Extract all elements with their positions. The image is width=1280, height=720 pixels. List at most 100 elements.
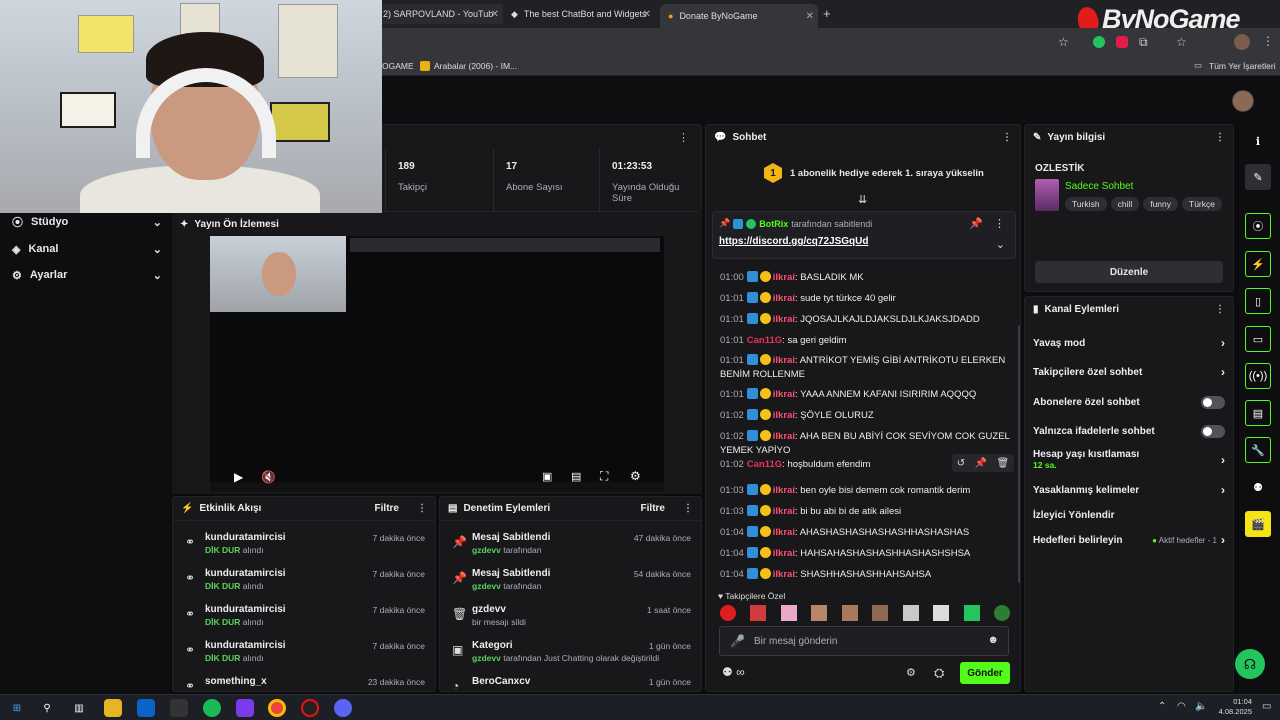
discord-icon[interactable] xyxy=(334,699,352,717)
emote-icon[interactable] xyxy=(872,605,889,621)
microphone-icon[interactable]: 🎤 xyxy=(730,634,745,648)
clipboard-icon[interactable]: ▯ xyxy=(1245,288,1271,314)
app-icon[interactable] xyxy=(236,699,254,717)
more-icon[interactable]: ⋮ xyxy=(417,503,427,514)
tag[interactable]: chill xyxy=(1110,197,1140,211)
theater-icon[interactable]: ▤ xyxy=(571,470,581,483)
chat-message[interactable]: 01:01 ilkrai: JQOSAJLKAJLDJAKSLDJLKJAKSJD… xyxy=(720,313,1010,327)
outlook-icon[interactable] xyxy=(137,699,155,717)
unpin-icon[interactable]: 📌 xyxy=(969,217,983,230)
chat-message[interactable]: 01:01 ilkrai: sude tyt türkce 40 gelir xyxy=(720,292,1010,306)
tag[interactable]: Türkçe xyxy=(1182,197,1222,211)
settings-gear-icon[interactable]: ⚙ xyxy=(906,666,916,679)
chat-input[interactable]: 🎤 Bir mesaj gönderin ☻ xyxy=(719,626,1009,656)
message-username[interactable]: ilkrai xyxy=(773,355,795,366)
subscribers-only-toggle[interactable]: Abonelere özel sohbet xyxy=(1025,391,1233,413)
fullscreen-icon[interactable]: ⛶ xyxy=(600,469,608,484)
account-age-button[interactable]: Hesap yaşı kısıtlaması 12 sa. › xyxy=(1025,447,1233,475)
browser-tab[interactable]: 2) SARPOVLAND - YouTub ✕ xyxy=(375,4,503,24)
layout-icon[interactable]: ▤ xyxy=(1245,400,1271,426)
chrome-icon[interactable] xyxy=(268,699,286,717)
chat-message[interactable]: 01:03 ilkrai: bi bu abi bi de atik ailesi xyxy=(720,505,1010,519)
menu-icon[interactable]: ⋮ xyxy=(1262,34,1274,48)
pinned-message[interactable]: 📌 BotRix tarafından sabitlendi https://di… xyxy=(712,211,1016,259)
chat-message[interactable]: 01:03 ilkrai: ben oyle bisi demem cok rom… xyxy=(720,484,1010,498)
chat-message[interactable]: 01:04 ilkrai: HAHSAHASHASHASHHASHASHSHSA xyxy=(720,547,1010,561)
mute-icon[interactable]: 🔇 xyxy=(261,470,276,484)
message-username[interactable]: Can11G xyxy=(747,459,782,470)
emote-icon[interactable] xyxy=(841,605,858,621)
more-icon[interactable]: ⋮ xyxy=(1215,304,1225,315)
toggle-switch[interactable] xyxy=(1201,395,1225,409)
chevron-down-icon[interactable]: ⌄ xyxy=(996,238,1005,251)
emote-icon[interactable] xyxy=(993,605,1010,621)
chat-message[interactable]: 01:02 ilkrai: ŞÖYLE OLURUZ xyxy=(720,409,1010,423)
message-username[interactable]: ilkrai xyxy=(773,548,795,559)
message-username[interactable]: ilkrai xyxy=(773,410,795,421)
app-icon[interactable] xyxy=(170,699,188,717)
list-item[interactable]: ▣ Kategori gzdevv tarafından Just Chatting… xyxy=(440,637,701,673)
message-username[interactable]: ilkrai xyxy=(773,389,795,400)
bookmark-item[interactable]: Arabalar (2006) - IM... xyxy=(434,61,517,71)
bookmark-icon[interactable]: ☆ xyxy=(1176,35,1187,49)
more-icon[interactable]: ⋮ xyxy=(1215,132,1225,143)
list-item[interactable]: ⚭ kunduratamircisi DİK DUR alındı 7 dakika … xyxy=(173,565,435,601)
browser-tab[interactable]: ◆ The best ChatBot and Widgets ✕ xyxy=(503,4,655,24)
bot-icon[interactable]: ⛭ xyxy=(934,665,944,681)
list-item[interactable]: ⚭ kunduratamircisi DİK DUR alındı 7 dakika … xyxy=(173,601,435,637)
star-icon[interactable]: ☆ xyxy=(1058,35,1069,49)
file-explorer-icon[interactable] xyxy=(104,699,122,717)
wifi-icon[interactable]: ◠ xyxy=(1177,701,1186,712)
more-icon[interactable]: ⋮ xyxy=(994,217,1005,230)
toggle-switch[interactable] xyxy=(1201,424,1225,438)
video-timeline[interactable] xyxy=(210,482,664,492)
emote-icon[interactable] xyxy=(720,605,736,621)
message-username[interactable]: ilkrai xyxy=(773,485,795,496)
emote-icon[interactable] xyxy=(902,605,919,621)
list-item[interactable]: 📌 Mesaj Sabitlendi gzdevv tarafından 47 dak… xyxy=(440,529,701,565)
list-item[interactable]: 🗑 gzdevv bir mesajı sildi 1 saat önce xyxy=(440,601,701,637)
clock[interactable]: 01:04 4.08.2025 xyxy=(1206,697,1252,717)
undo-icon[interactable]: ↺ xyxy=(957,458,965,469)
gift-chevron-icon[interactable]: ⇊ xyxy=(858,193,867,206)
close-icon[interactable]: ✕ xyxy=(806,11,814,22)
user-avatar[interactable] xyxy=(1232,90,1254,112)
tag[interactable]: funny xyxy=(1143,197,1179,211)
gift-banner[interactable]: 1 1 abonelik hediye ederek 1. sıraya yük… xyxy=(764,163,984,183)
obs-icon[interactable] xyxy=(301,699,319,717)
filter-button[interactable]: Filtre xyxy=(375,503,399,514)
task-view-icon[interactable]: ▥ xyxy=(70,699,88,717)
target-icon[interactable]: ⦿ xyxy=(1245,213,1271,239)
message-username[interactable]: ilkrai xyxy=(773,272,795,283)
tag[interactable]: Turkish xyxy=(1065,197,1107,211)
list-item[interactable]: ◔ BeroCanxcv 1 gün önce xyxy=(440,673,701,691)
pinned-link[interactable]: https://discord.gg/cq72JSGqUd xyxy=(719,236,868,247)
bolt-icon[interactable]: ⚡ xyxy=(1245,251,1271,277)
chat-scrollbar[interactable] xyxy=(1018,325,1020,583)
support-headset-icon[interactable]: ☊ xyxy=(1235,649,1265,679)
video-player[interactable] xyxy=(210,236,664,492)
chat-message[interactable]: 01:00 ilkrai: BASLADIK MK xyxy=(720,271,1010,285)
settings-gear-icon[interactable]: ⚙ xyxy=(630,469,641,483)
spotify-icon[interactable] xyxy=(203,699,221,717)
extension-icon[interactable] xyxy=(1093,36,1105,48)
bookmark-item[interactable]: Tüm Yer İşaretleri xyxy=(1209,61,1276,71)
broadcast-icon[interactable]: ((•)) xyxy=(1245,363,1271,389)
chat-message[interactable]: 01:04 ilkrai: SHASHHASHASHHAHSAHSA xyxy=(720,568,1010,582)
chat-message[interactable]: 01:04 ilkrai: AHASHASHASHASHASHHASHASHAS xyxy=(720,526,1010,540)
edit-button[interactable]: Düzenle xyxy=(1035,261,1223,283)
wrench-icon[interactable]: 🔧 xyxy=(1245,437,1271,463)
close-icon[interactable]: ✕ xyxy=(491,9,499,20)
host-button[interactable]: İzleyici Yönlendir xyxy=(1025,504,1233,526)
tray-chevron-icon[interactable]: ⌃ xyxy=(1158,701,1166,712)
list-item[interactable]: ⚭ kunduratamircisi DİK DUR alındı 7 dakika … xyxy=(173,637,435,673)
banned-words-button[interactable]: Yasaklanmış kelimeler › xyxy=(1025,479,1233,501)
list-item[interactable]: ⚭ something_x 23 dakika önce xyxy=(173,673,435,691)
list-item[interactable]: ⚭ kunduratamircisi DİK DUR alındı 7 dakika … xyxy=(173,529,435,565)
emote-icon[interactable] xyxy=(933,605,950,621)
emote-icon[interactable] xyxy=(780,605,797,621)
community-icon[interactable]: ⚉ xyxy=(1245,474,1271,500)
clapper-icon[interactable]: 🎬 xyxy=(1245,511,1271,537)
pin-icon[interactable]: 📌 xyxy=(975,458,987,469)
message-username[interactable]: ilkrai xyxy=(773,569,795,580)
